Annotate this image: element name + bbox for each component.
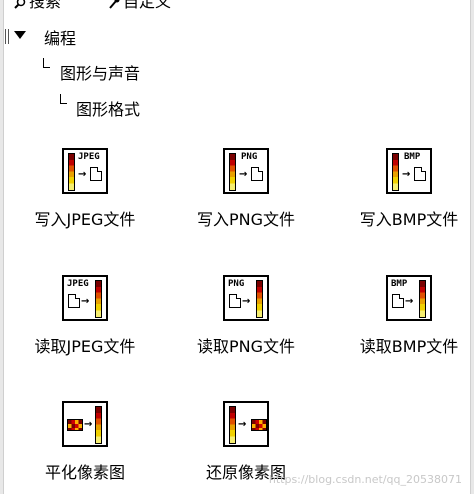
tree-drag-handle[interactable] [5, 29, 9, 44]
palette-item-read-png[interactable]: PNG → 读取PNG文件 [171, 275, 321, 357]
palette-item-write-jpeg[interactable]: JPEG → 写入JPEG文件 [10, 148, 160, 230]
palette-item-label: 写入BMP文件 [359, 210, 459, 229]
pixel-meter-glyph [392, 153, 399, 191]
palette-item-unflatten-pixmap[interactable]: → 还原像素图 [171, 401, 321, 483]
read-jpeg-icon: JPEG → [62, 275, 108, 321]
tree-item-graphics-formats[interactable]: 图形格式 [76, 96, 140, 120]
tree-item-programming[interactable]: 编程 [44, 25, 76, 49]
pixel-grid-glyph [251, 419, 267, 431]
pixel-meter-glyph [95, 280, 102, 318]
pixel-meter-glyph [419, 280, 426, 318]
arrow-right-glyph: → [84, 419, 93, 430]
palette-item-flatten-pixmap[interactable]: → 平化像素图 [10, 401, 160, 483]
read-png-icon: PNG → [223, 275, 269, 321]
palette-item-label: 读取PNG文件 [196, 337, 296, 356]
arrow-right-glyph: → [78, 169, 87, 180]
file-glyph [68, 294, 80, 308]
pixel-meter-glyph [256, 280, 263, 318]
jpeg-tag: JPEG [67, 279, 89, 289]
arrow-right-glyph: → [402, 169, 411, 180]
write-jpeg-icon: JPEG → [62, 148, 108, 194]
left-frame-edge [0, 0, 4, 494]
customize-button[interactable]: 自定义 [108, 0, 172, 10]
pixel-meter-glyph [95, 406, 102, 444]
pixel-meter-glyph [229, 406, 236, 444]
search-label: 搜索 [29, 0, 62, 10]
arrow-right-glyph: → [238, 419, 247, 430]
collapse-triangle-icon[interactable] [14, 31, 26, 39]
palette-item-label: 写入PNG文件 [196, 210, 296, 229]
pixel-meter-glyph [229, 153, 236, 191]
arrow-right-glyph: → [81, 296, 90, 307]
arrow-right-glyph: → [405, 296, 414, 307]
file-glyph [229, 294, 241, 308]
tree-item-graphics-sound[interactable]: 图形与声音 [60, 60, 140, 84]
palette-item-label: 平化像素图 [44, 463, 125, 482]
arrow-right-glyph: → [242, 296, 251, 307]
palette-item-label: 读取JPEG文件 [34, 337, 136, 356]
read-bmp-icon: BMP → [386, 275, 432, 321]
palette-item-label: 写入JPEG文件 [34, 210, 136, 229]
png-tag: PNG [241, 152, 258, 162]
customize-label: 自定义 [123, 0, 172, 10]
bmp-tag: BMP [404, 152, 421, 162]
palette-item-write-bmp[interactable]: BMP → 写入BMP文件 [334, 148, 474, 230]
file-glyph [414, 167, 426, 181]
bmp-tag: BMP [391, 279, 408, 289]
write-png-icon: PNG → [223, 148, 269, 194]
flatten-pixmap-icon: → [62, 401, 108, 447]
file-glyph [90, 167, 102, 181]
unflatten-pixmap-icon: → [223, 401, 269, 447]
magnifier-icon [14, 0, 26, 9]
tree-connector [60, 94, 67, 104]
palette-item-label: 读取BMP文件 [359, 337, 459, 356]
tree-connector [43, 58, 50, 68]
right-frame-edge [470, 0, 474, 494]
jpeg-tag: JPEG [78, 152, 100, 162]
pixel-meter-glyph [68, 153, 75, 191]
search-button[interactable]: 搜索 [14, 0, 62, 10]
pin-icon [108, 0, 120, 9]
file-glyph [392, 294, 404, 308]
palette-item-read-bmp[interactable]: BMP → 读取BMP文件 [334, 275, 474, 357]
write-bmp-icon: BMP → [386, 148, 432, 194]
watermark-text: https://blog.csdn.net/qq_20538071 [268, 473, 462, 486]
arrow-right-glyph: → [239, 169, 248, 180]
palette-item-write-png[interactable]: PNG → 写入PNG文件 [171, 148, 321, 230]
palette-toolbar: 搜索 自定义 [0, 0, 474, 10]
png-tag: PNG [228, 279, 245, 289]
pixel-grid-glyph [67, 419, 83, 431]
file-glyph [251, 167, 263, 181]
palette-item-read-jpeg[interactable]: JPEG → 读取JPEG文件 [10, 275, 160, 357]
